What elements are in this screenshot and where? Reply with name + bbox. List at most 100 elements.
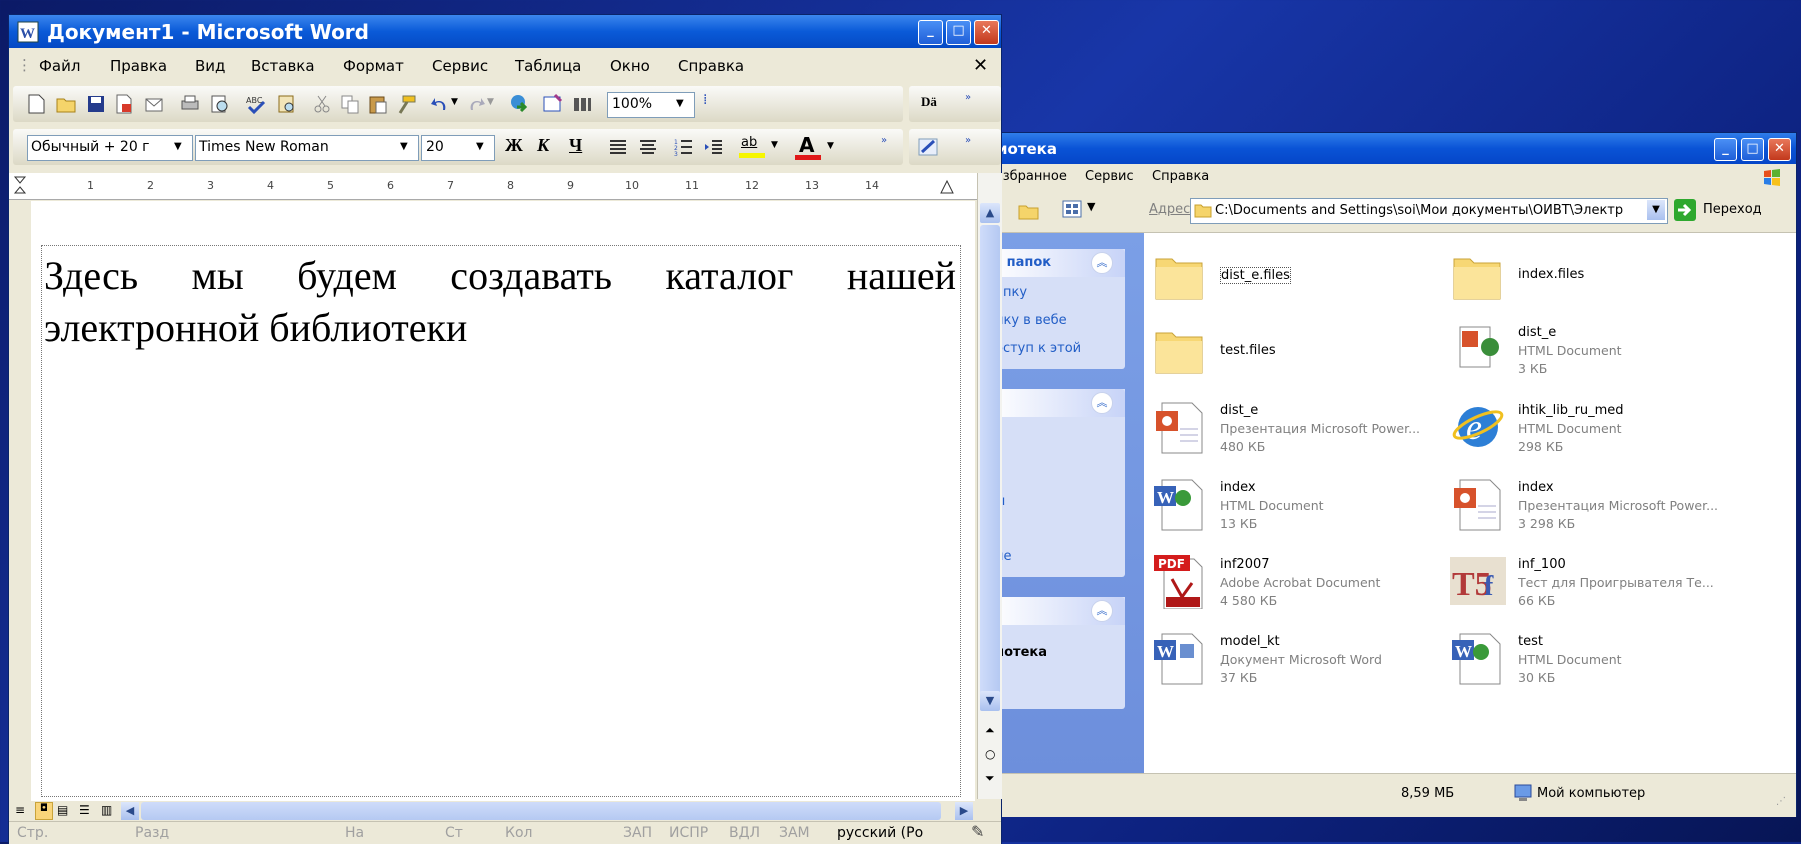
permission-icon[interactable] — [113, 93, 135, 115]
underline-button[interactable]: Ч — [569, 135, 582, 156]
print-layout-icon[interactable]: ▤ — [57, 803, 68, 817]
zoom-combobox[interactable]: 100% ▼ — [607, 92, 695, 118]
spelling-icon[interactable]: ABC — [245, 93, 267, 115]
file-item[interactable]: T5 f inf_100 Тест для Проигрывателя Те...… — [1450, 553, 1750, 623]
drawing-pen-icon[interactable] — [917, 136, 939, 158]
outline-view-icon[interactable]: ☰ — [79, 803, 90, 817]
file-item[interactable]: dist_e Презентация Microsoft Power... 48… — [1152, 399, 1452, 469]
cut-icon[interactable] — [311, 93, 333, 115]
file-item[interactable]: W test HTML Document 30 КБ — [1450, 630, 1750, 700]
file-item[interactable]: test.files — [1152, 321, 1452, 391]
menu-help[interactable]: Справка — [1152, 169, 1209, 184]
new-document-icon[interactable] — [25, 93, 47, 115]
print-preview-icon[interactable] — [209, 93, 231, 115]
horizontal-ruler[interactable]: 1 2 3 4 5 6 7 8 9 10 11 12 13 14 — [9, 173, 977, 200]
menu-view[interactable]: Вид — [195, 57, 225, 75]
select-browse-object-icon[interactable]: ○ — [985, 747, 995, 761]
file-item[interactable]: PDF inf2007 Adobe Acrobat Document 4 580… — [1152, 553, 1452, 623]
status-rec[interactable]: ЗАП — [623, 825, 652, 841]
spelling-status-icon[interactable]: ✎ — [971, 822, 984, 841]
go-button[interactable]: Переход — [1673, 198, 1793, 222]
toolbar-options-icon[interactable]: » — [881, 135, 887, 146]
file-item[interactable]: index Презентация Microsoft Power... 3 2… — [1450, 476, 1750, 546]
tables-borders-icon[interactable] — [541, 93, 563, 115]
details-header[interactable]: ︽ — [991, 597, 1125, 625]
format-painter-icon[interactable] — [395, 93, 417, 115]
file-item[interactable]: W index HTML Document 13 КБ — [1152, 476, 1452, 546]
italic-button[interactable]: К — [537, 135, 549, 156]
paste-icon[interactable] — [367, 93, 389, 115]
close-button[interactable]: ✕ — [1768, 138, 1791, 161]
right-indent-marker-icon[interactable] — [939, 179, 955, 195]
collapse-chevron-icon[interactable]: ︽ — [1091, 600, 1113, 622]
toolbar-options-icon[interactable]: » — [965, 92, 971, 103]
next-page-icon[interactable]: ⏷ — [985, 771, 995, 786]
minimize-button[interactable]: _ — [918, 20, 943, 45]
file-item[interactable]: dist_e HTML Document 3 КБ — [1450, 321, 1750, 391]
email-icon[interactable] — [143, 93, 165, 115]
status-ovr[interactable]: ЗАМ — [779, 825, 810, 841]
reading-mode-icon[interactable]: Dä — [921, 94, 937, 110]
research-icon[interactable] — [275, 93, 297, 115]
document-page[interactable]: Здесь мы будем создавать каталог нашей э… — [31, 201, 975, 801]
reading-layout-icon[interactable]: ▥ — [101, 803, 112, 817]
maximize-button[interactable]: □ — [946, 20, 971, 45]
web-layout-icon[interactable]: ◘ — [35, 802, 53, 820]
explorer-title-bar[interactable]: иотека _ □ ✕ — [991, 133, 1796, 164]
file-item[interactable]: dist_e.files — [1152, 247, 1452, 317]
collapse-chevron-icon[interactable]: ︽ — [1091, 252, 1113, 274]
increase-indent-icon[interactable] — [703, 136, 725, 158]
menu-help[interactable]: Справка — [678, 57, 744, 75]
toolbar-options-icon[interactable]: » — [965, 135, 971, 146]
menu-format[interactable]: Формат — [343, 57, 404, 75]
minimize-button[interactable]: _ — [1714, 138, 1737, 161]
align-justify-icon[interactable] — [607, 136, 629, 158]
indent-marker-icon[interactable] — [11, 175, 29, 197]
align-distributed-icon[interactable] — [637, 136, 659, 158]
scroll-right-button[interactable]: ▶ — [955, 802, 973, 820]
vertical-scrollbar[interactable]: ▲ ▼ ⏶ ○ ⏷ — [977, 173, 1002, 799]
status-trk[interactable]: ИСПР — [669, 825, 708, 841]
undo-icon[interactable] — [429, 93, 451, 115]
status-language[interactable]: русский (Ро — [837, 825, 923, 841]
style-combobox[interactable]: Обычный + 20 г ▼ — [27, 135, 193, 161]
menu-edit[interactable]: Правка — [110, 57, 167, 75]
file-item[interactable]: W model_kt Документ Microsoft Word 37 КБ — [1152, 630, 1452, 700]
save-icon[interactable] — [85, 93, 107, 115]
menu-file[interactable]: Файл — [39, 57, 80, 75]
views-button[interactable]: ▼ — [1061, 198, 1105, 222]
horizontal-scroll-thumb[interactable] — [141, 802, 941, 820]
menu-table[interactable]: Таблица — [515, 57, 581, 75]
redo-dropdown-icon[interactable]: ▼ — [487, 97, 494, 107]
folder-tasks-header[interactable]: и папок ︽ — [991, 249, 1125, 277]
collapse-chevron-icon[interactable]: ︽ — [1091, 392, 1113, 414]
numbered-list-icon[interactable]: 123 — [673, 136, 695, 158]
horizontal-scrollbar[interactable]: ≡ ◘ ▤ ☰ ▥ ◀ ▶ — [9, 801, 1001, 821]
previous-page-icon[interactable]: ⏶ — [985, 723, 995, 738]
scroll-down-button[interactable]: ▼ — [980, 691, 1000, 711]
file-item[interactable]: e ihtik_lib_ru_med HTML Document 298 КБ — [1450, 399, 1750, 469]
maximize-button[interactable]: □ — [1741, 138, 1764, 161]
toolbar-options-icon[interactable]: ⁞ — [703, 92, 707, 108]
redo-icon[interactable] — [465, 93, 487, 115]
task-link-3[interactable]: оступ к этой — [995, 341, 1081, 356]
menu-tools[interactable]: Сервис — [432, 57, 488, 75]
status-ext[interactable]: ВДЛ — [729, 825, 760, 841]
print-icon[interactable] — [179, 93, 201, 115]
open-folder-icon[interactable] — [55, 93, 77, 115]
scroll-left-button[interactable]: ◀ — [121, 802, 139, 820]
menu-service[interactable]: Сервис — [1085, 169, 1134, 184]
scroll-thumb[interactable] — [980, 225, 1000, 705]
menu-insert[interactable]: Вставка — [251, 57, 315, 75]
scroll-up-button[interactable]: ▲ — [980, 203, 1000, 223]
file-item[interactable]: index.files — [1450, 247, 1750, 317]
menu-window[interactable]: Окно — [610, 57, 650, 75]
hyperlink-icon[interactable] — [509, 93, 531, 115]
close-document-icon[interactable]: ✕ — [973, 55, 988, 76]
copy-icon[interactable] — [339, 93, 361, 115]
bold-button[interactable]: Ж — [505, 135, 523, 156]
menu-favorites[interactable]: Избранное — [993, 169, 1067, 184]
close-button[interactable]: ✕ — [974, 20, 999, 45]
highlight-button[interactable]: ab ▼ — [739, 135, 789, 159]
word-title-bar[interactable]: W Документ1 - Microsoft Word _ □ ✕ — [9, 15, 1001, 48]
